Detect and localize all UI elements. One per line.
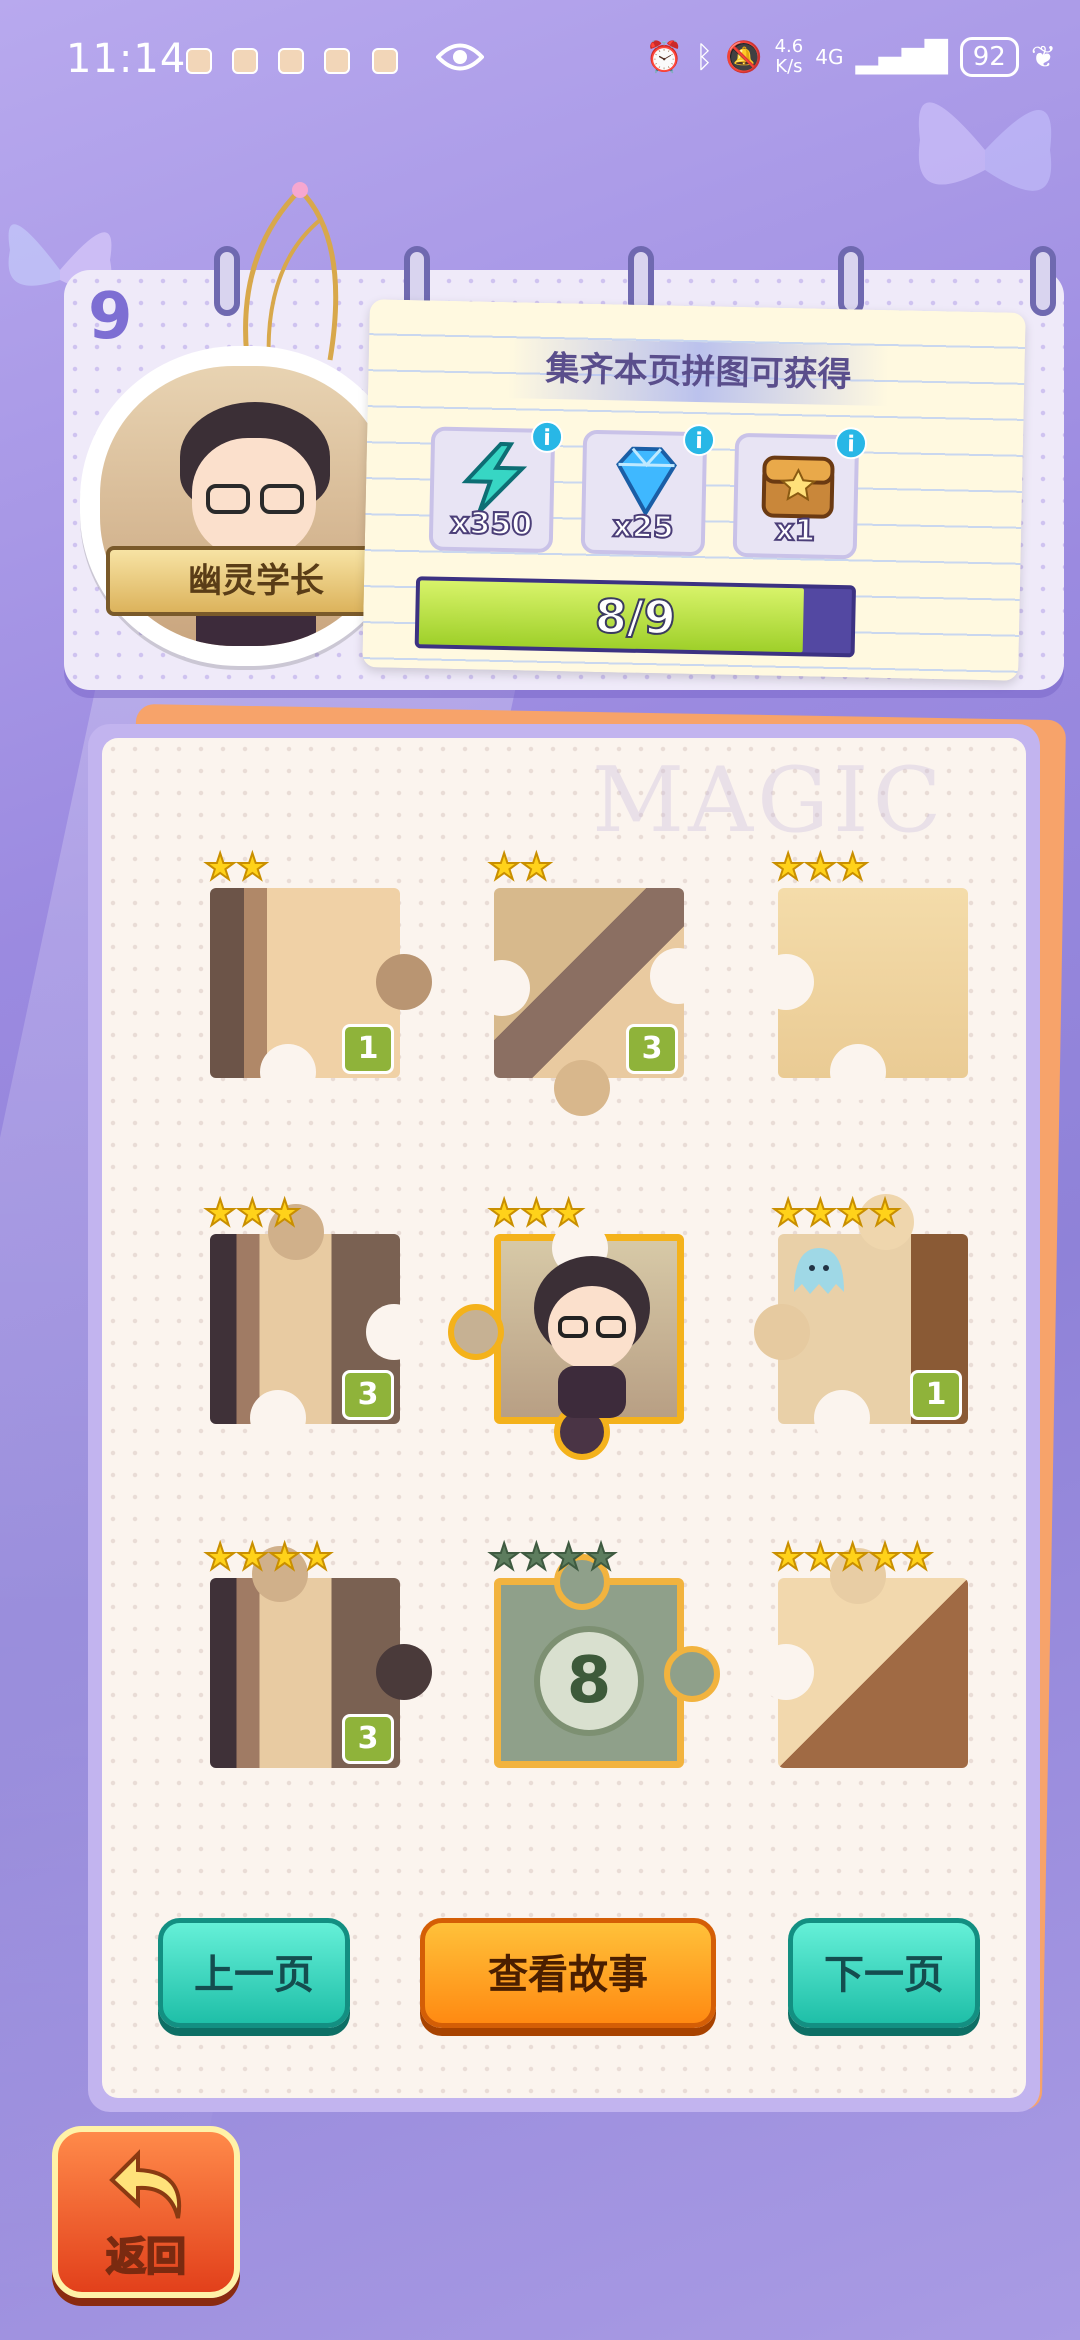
puzzle-piece-5[interactable]: ★★★ xyxy=(448,1193,694,1460)
page-number: 9 xyxy=(88,280,133,354)
piece-count: 8 xyxy=(534,1626,644,1736)
collection-progress-bar: 8/9 xyxy=(414,576,857,658)
notification-icon xyxy=(186,48,212,74)
next-page-button[interactable]: 下一页 xyxy=(788,1918,980,2028)
reward-energy[interactable]: x350 i xyxy=(428,420,564,554)
back-button[interactable]: 返回 xyxy=(52,2126,240,2298)
piece-stars: ★★★★★ xyxy=(771,1537,934,1579)
piece-stars: ★★★ xyxy=(203,1193,302,1235)
reward-list: x350 i x25 i x1 i xyxy=(428,420,868,560)
ghost-icon xyxy=(794,1248,844,1294)
character-tag xyxy=(80,346,410,666)
character-piece-art xyxy=(534,1256,650,1418)
puzzle-piece-6[interactable]: ★★★★ 1 xyxy=(754,1193,978,1446)
piece-stars: ★★ xyxy=(203,847,270,889)
puzzle-piece-9[interactable]: ★★★★★ xyxy=(758,1537,978,1778)
eye-icon xyxy=(436,43,484,71)
piece-stars: ★★★ xyxy=(487,1193,586,1235)
diamond-icon xyxy=(616,446,677,517)
binder-ring xyxy=(838,246,864,316)
puzzle-board: MAGIC ★★ 1 ★★ 3 ★★★ ★★★ 3 ★★★ ★★★★ 1 ★★★… xyxy=(88,724,1040,2112)
puzzle-piece-3[interactable]: ★★★ xyxy=(758,847,978,1100)
notification-icon xyxy=(278,48,304,74)
notification-icon xyxy=(232,48,258,74)
reward-diamond[interactable]: x25 i xyxy=(580,423,716,557)
butterfly-icon xyxy=(918,102,1052,191)
reward-quantity: x350 xyxy=(449,505,534,544)
puzzle-piece-8-locked[interactable]: 8 ★★★★ xyxy=(474,1537,720,1778)
reward-title: 集齐本页拼图可获得 xyxy=(507,338,890,407)
puzzle-piece-7[interactable]: ★★★★ 3 xyxy=(190,1537,432,1778)
piece-stars: ★★★★ xyxy=(487,1537,618,1579)
puzzle-piece-1[interactable]: ★★ 1 xyxy=(190,847,432,1100)
piece-count: 3 xyxy=(626,1024,678,1074)
return-arrow-icon xyxy=(109,2149,182,2219)
reward-quantity: x25 xyxy=(611,508,675,546)
notification-icon xyxy=(324,48,350,74)
piece-count: 1 xyxy=(910,1370,962,1420)
reward-quantity: x1 xyxy=(774,512,817,550)
piece-count: 3 xyxy=(342,1370,394,1420)
info-icon[interactable]: i xyxy=(834,426,868,460)
status-time: 11:14 xyxy=(66,36,187,82)
character-name: 幽灵学长 xyxy=(106,546,406,616)
notification-icon xyxy=(372,48,398,74)
prev-page-button[interactable]: 上一页 xyxy=(158,1918,350,2028)
info-icon[interactable]: i xyxy=(682,423,716,457)
piece-stars: ★★★★ xyxy=(203,1537,334,1579)
piece-count: 3 xyxy=(342,1714,394,1764)
mute-icon: 🔕 xyxy=(725,39,763,75)
board-paper: MAGIC ★★ 1 ★★ 3 ★★★ ★★★ 3 ★★★ ★★★★ 1 ★★★… xyxy=(102,738,1026,2098)
piece-stars: ★★★★ xyxy=(771,1193,902,1235)
lightning-icon xyxy=(461,441,528,513)
piece-stars: ★★ xyxy=(487,847,554,889)
piece-count: 1 xyxy=(342,1024,394,1074)
piece-stars: ★★★ xyxy=(771,847,870,889)
alarm-icon: ⏰ xyxy=(645,39,684,75)
back-label: 返回 xyxy=(105,2233,187,2281)
board-watermark: MAGIC xyxy=(592,748,946,853)
net-speed: 4.6 K/s xyxy=(774,36,804,77)
network-type: 4G xyxy=(815,45,844,69)
treasure-chest-icon xyxy=(761,455,835,519)
puzzle-piece-4[interactable]: ★★★ 3 xyxy=(190,1193,422,1446)
reward-chest[interactable]: x1 i xyxy=(732,426,868,560)
view-story-button[interactable]: 查看故事 xyxy=(420,1918,716,2028)
bluetooth-icon: ᛒ xyxy=(695,39,714,75)
info-icon[interactable]: i xyxy=(530,420,564,454)
puzzle-piece-2[interactable]: ★★ 3 xyxy=(474,847,706,1116)
progress-text: 8/9 xyxy=(593,588,677,646)
reward-panel: 集齐本页拼图可获得 x350 i x25 i x1 i 8/9 xyxy=(362,299,1026,681)
binder-ring xyxy=(1030,246,1056,316)
